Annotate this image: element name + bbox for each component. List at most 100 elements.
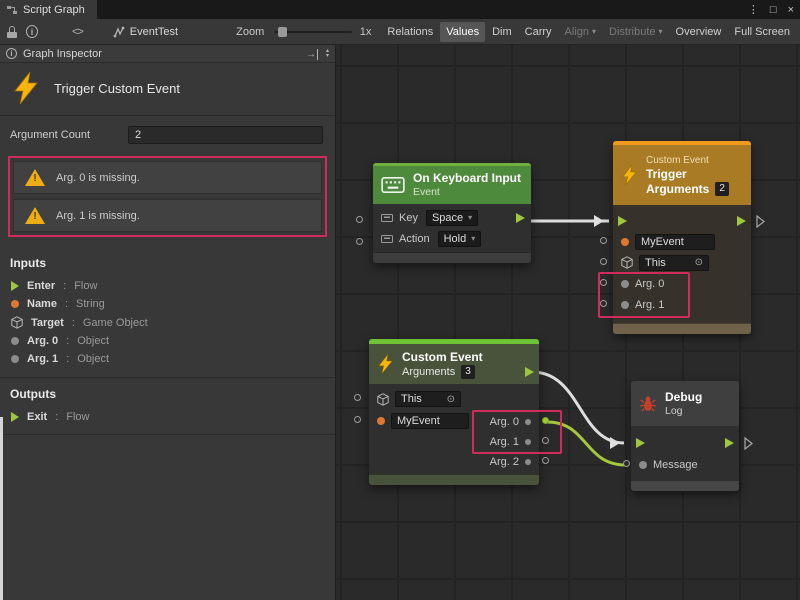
port-event-target[interactable]	[354, 394, 361, 401]
inspector-info-icon: i	[6, 48, 17, 59]
lock-icon[interactable]	[7, 26, 16, 38]
inspector-header: i Graph Inspector → ▴▾	[0, 45, 335, 63]
message-row: Message	[631, 454, 739, 476]
flow-continuation-hint	[756, 215, 766, 228]
port-trigger-target[interactable]	[600, 258, 607, 265]
node-footer	[373, 252, 531, 263]
node-on-keyboard-input[interactable]: On Keyboard Input Event Key Space▾ Act	[373, 163, 531, 263]
bug-icon	[639, 395, 657, 413]
unity-script-graph-window: Script Graph ⋮ □ × i <> EventTest Zoom 1…	[0, 0, 800, 600]
port-action[interactable]	[356, 238, 363, 245]
argument-count-badge: 3	[461, 365, 475, 379]
event-name-field[interactable]: MyEvent	[635, 234, 715, 250]
window-close-icon[interactable]: ×	[788, 4, 794, 16]
key-row: Key Space▾	[373, 207, 531, 228]
io-row-arg0: Arg. 0:Object	[0, 332, 335, 350]
code-icon[interactable]: <>	[72, 26, 83, 38]
relations-button[interactable]: Relations	[381, 22, 439, 42]
graph-inspector-panel: i Graph Inspector → ▴▾ Trigger Custom Ev…	[0, 45, 336, 600]
warning-text: Arg. 0 is missing.	[56, 172, 140, 184]
dock-icon[interactable]: →	[306, 48, 318, 60]
outputs-section: Outputs Exit:Flow	[0, 377, 335, 435]
values-button[interactable]: Values	[440, 22, 485, 42]
target-field[interactable]: This⊙	[639, 255, 709, 271]
node-debug-log[interactable]: Debug Log Message	[631, 381, 739, 491]
inputs-header: Inputs	[0, 247, 335, 277]
action-dropdown[interactable]: Hold▾	[438, 231, 482, 247]
tab-title: Script Graph	[23, 4, 85, 16]
info-icon[interactable]: i	[26, 25, 38, 38]
caret-down-icon: ▾	[659, 27, 663, 36]
node-header: Custom Event Arguments 3	[369, 344, 539, 384]
node-header: Custom Event Trigger Arguments2	[613, 145, 751, 205]
zoom-slider-handle[interactable]	[278, 27, 287, 37]
port-log-message[interactable]	[623, 460, 630, 467]
port-trigger-name[interactable]	[600, 237, 607, 244]
port-key[interactable]	[356, 216, 363, 223]
panel-edge-scrollbar[interactable]	[0, 417, 3, 600]
node-category: Custom Event	[646, 154, 729, 167]
wire-arrowhead	[594, 215, 604, 227]
object-port-icon	[525, 459, 531, 465]
flow-output-port[interactable]	[516, 213, 525, 223]
argument-count-input[interactable]: 2	[128, 126, 323, 144]
flow-output-port[interactable]	[525, 367, 534, 377]
gameobject-cube-icon	[11, 316, 23, 329]
argument-count-label: Argument Count	[10, 129, 128, 141]
unit-title: Trigger Custom Event	[54, 81, 180, 96]
io-row-arg1: Arg. 1:Object	[0, 350, 335, 368]
align-button[interactable]: Align▾	[559, 22, 602, 42]
caret-down-icon: ▾	[592, 27, 596, 36]
script-graph-icon	[6, 4, 18, 16]
string-port-icon	[621, 238, 629, 246]
flow-output-port[interactable]	[737, 216, 746, 226]
window-maximize-icon[interactable]: □	[770, 4, 777, 16]
action-label: Action	[399, 233, 430, 245]
target-row: This⊙	[369, 388, 539, 410]
selected-unit-header: Trigger Custom Event	[0, 63, 335, 116]
key-dropdown[interactable]: Space▾	[426, 210, 478, 226]
io-row-exit: Exit:Flow	[0, 408, 335, 426]
tab-script-graph[interactable]: Script Graph	[0, 0, 97, 19]
object-port-icon	[11, 337, 19, 345]
warning-row: ! Arg. 0 is missing.	[13, 161, 322, 194]
port-event-name[interactable]	[354, 416, 361, 423]
graph-canvas[interactable]: On Keyboard Input Event Key Space▾ Act	[336, 45, 800, 600]
zoom-slider[interactable]	[274, 31, 352, 33]
dim-button[interactable]: Dim	[486, 22, 518, 42]
node-footer	[631, 480, 739, 491]
node-header: Debug Log	[631, 381, 739, 426]
argument-count-row: Argument Count 2	[0, 116, 335, 152]
scroll-spinner-icon[interactable]: ▴▾	[326, 49, 329, 59]
zoom-value: 1x	[360, 26, 372, 38]
object-picker-icon[interactable]: ⊙	[447, 394, 455, 405]
flow-input-port[interactable]	[636, 438, 645, 448]
warning-row: ! Arg. 1 is missing.	[13, 199, 322, 232]
fullscreen-button[interactable]: Full Screen	[728, 22, 796, 42]
key-label: Key	[399, 212, 418, 224]
node-title: Custom Event	[402, 350, 483, 365]
graph-name: EventTest	[130, 26, 178, 38]
overview-button[interactable]: Overview	[670, 22, 728, 42]
object-picker-icon[interactable]: ⊙	[695, 257, 703, 268]
event-name-field[interactable]: MyEvent	[391, 413, 469, 429]
arg2-row: Arg. 2	[490, 452, 531, 472]
node-title: Debug	[665, 390, 702, 405]
distribute-button[interactable]: Distribute▾	[603, 22, 668, 42]
node-subtitle: Arguments	[402, 366, 455, 378]
target-field[interactable]: This⊙	[395, 391, 461, 407]
io-row-target: Target:Game Object	[0, 313, 335, 332]
flow-output-port[interactable]	[725, 438, 734, 448]
missing-args-highlight-event	[472, 410, 562, 454]
io-row-name: Name:String	[0, 295, 335, 313]
carry-button[interactable]: Carry	[519, 22, 558, 42]
window-menu-icon[interactable]: ⋮	[748, 3, 759, 16]
zoom-label: Zoom	[236, 26, 264, 38]
gameobject-cube-icon	[377, 393, 389, 406]
object-port-icon	[639, 461, 647, 469]
inputs-section: Inputs Enter:Flow Name:String Target:Gam…	[0, 247, 335, 368]
graph-asset-reference[interactable]: EventTest	[113, 26, 178, 38]
action-port-icon	[381, 235, 393, 243]
flow-input-port[interactable]	[618, 216, 627, 226]
port-event-arg2[interactable]	[542, 457, 549, 464]
